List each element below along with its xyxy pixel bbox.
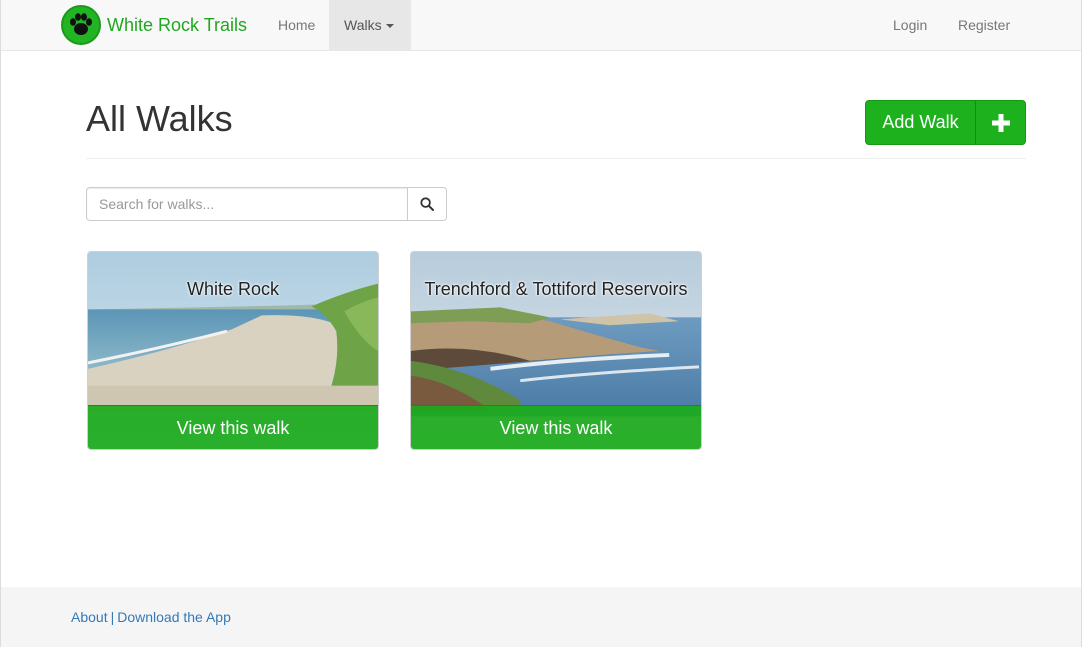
- search-button[interactable]: [408, 187, 447, 221]
- about-link[interactable]: About: [71, 609, 108, 625]
- search-icon: [420, 197, 434, 211]
- add-walk-label: Add Walk: [882, 112, 959, 132]
- view-walk-button[interactable]: View this walk: [411, 405, 701, 449]
- search-group: [86, 187, 447, 221]
- navbar: White Rock Trails Home Walks Login Regis…: [1, 0, 1081, 51]
- walk-title: White Rock: [186, 279, 280, 299]
- search-input[interactable]: [86, 187, 408, 221]
- nav-register[interactable]: Register: [943, 0, 1025, 50]
- footer-separator: |: [110, 609, 115, 625]
- footer: About | Download the App: [1, 587, 1081, 647]
- download-app-link[interactable]: Download the App: [117, 609, 231, 625]
- walk-card: White Rock View this walk: [87, 251, 379, 450]
- walk-card: Trenchford & Tottiford Reservoirs View t…: [410, 251, 702, 450]
- header-divider: [86, 158, 1026, 159]
- view-walk-button[interactable]: View this walk: [88, 405, 378, 449]
- nav-walks-dropdown[interactable]: Walks: [329, 0, 411, 50]
- caret-down-icon: [385, 24, 394, 29]
- walk-title: Trenchford & Tottiford Reservoirs: [424, 279, 688, 299]
- nav-walks-label: Walks: [344, 17, 382, 33]
- nav-login[interactable]: Login: [878, 0, 942, 50]
- footer-links: About | Download the App: [71, 609, 231, 625]
- brand-name: White Rock Trails: [107, 14, 248, 35]
- brand-link[interactable]: White Rock Trails: [61, 5, 247, 45]
- paw-icon: [61, 5, 101, 45]
- plus-icon: [975, 101, 1025, 144]
- nav-home[interactable]: Home: [263, 0, 330, 50]
- add-walk-button[interactable]: Add Walk: [865, 100, 1026, 145]
- page-title: All Walks: [86, 98, 233, 139]
